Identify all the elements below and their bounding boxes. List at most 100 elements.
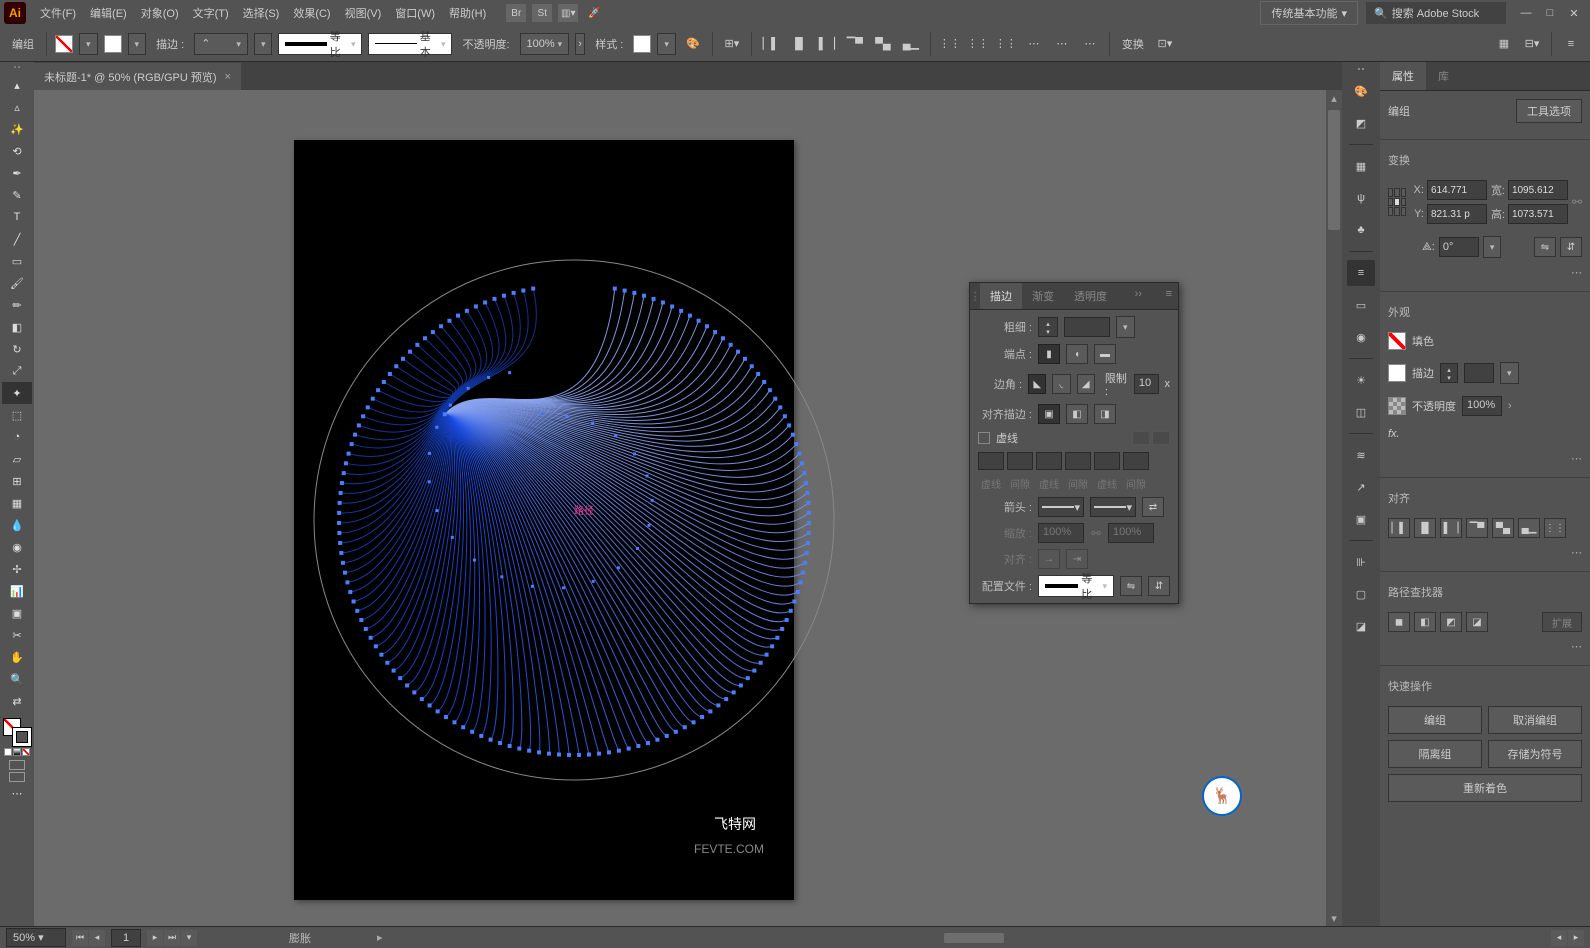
tab-library[interactable]: 库 xyxy=(1426,62,1461,90)
fill-dropdown[interactable] xyxy=(79,33,98,55)
angle-input[interactable] xyxy=(1439,237,1479,257)
dist-h3-icon[interactable]: ⋮⋮ xyxy=(995,33,1017,55)
stroke-dock-icon[interactable]: ≡ xyxy=(1347,260,1375,286)
align-inside-icon[interactable]: ◧ xyxy=(1066,404,1088,424)
recolor-icon[interactable]: 🎨 xyxy=(682,33,704,55)
menu-help[interactable]: 帮助(H) xyxy=(443,1,492,25)
status-arrow[interactable]: ▸ xyxy=(377,931,383,944)
fill-swatch-mini[interactable] xyxy=(1388,332,1406,350)
rectangle-tool[interactable]: ▭ xyxy=(2,250,32,272)
angle-dd[interactable] xyxy=(1483,236,1502,258)
dash-1[interactable] xyxy=(978,452,1004,470)
curvature-tool[interactable]: ✎ xyxy=(2,184,32,206)
layers-icon[interactable]: ≋ xyxy=(1347,442,1375,468)
selection-tool[interactable]: ▴ xyxy=(2,74,32,96)
w-input[interactable] xyxy=(1508,180,1568,200)
first-artboard[interactable]: ⏮ xyxy=(72,930,88,946)
bridge-icon[interactable]: Br xyxy=(506,4,526,22)
more-align[interactable]: ⋯ xyxy=(1388,546,1582,559)
scroll-thumb[interactable] xyxy=(1328,110,1340,230)
scroll-right[interactable]: ▸ xyxy=(1568,930,1584,946)
gap-3[interactable] xyxy=(1123,452,1149,470)
screen-mode-toggle[interactable] xyxy=(9,760,25,782)
gradient-tool[interactable]: ▦ xyxy=(2,492,32,514)
dist-h1-icon[interactable]: ⋮⋮ xyxy=(939,33,961,55)
artboards-icon[interactable]: ▣ xyxy=(1347,506,1375,532)
toolbox-grip[interactable] xyxy=(8,66,26,72)
prev-artboard[interactable]: ◂ xyxy=(89,930,105,946)
zoom-tool[interactable]: 🔍 xyxy=(2,668,32,690)
panel-menu-icon[interactable]: ≡ xyxy=(1560,33,1582,55)
weight-dd[interactable] xyxy=(1116,316,1135,338)
align-outside-icon[interactable]: ◨ xyxy=(1094,404,1116,424)
transform-label[interactable]: 变换 xyxy=(1118,34,1148,54)
align-right-icon[interactable]: ▌▕ xyxy=(816,33,838,55)
dist-h2-icon[interactable]: ⋮⋮ xyxy=(967,33,989,55)
reference-point-grid[interactable] xyxy=(1388,188,1406,216)
menu-file[interactable]: 文件(F) xyxy=(34,1,82,25)
join-round-icon[interactable]: ◟ xyxy=(1052,374,1070,394)
magic-wand-tool[interactable]: ✨ xyxy=(2,118,32,140)
menu-effect[interactable]: 效果(C) xyxy=(287,1,336,25)
width-profile-dd[interactable]: 等比 xyxy=(278,33,362,55)
opacity-swatch[interactable] xyxy=(1388,397,1406,415)
asset-export-icon[interactable]: ↗ xyxy=(1347,474,1375,500)
align-bottom-icon[interactable]: ▄▁ xyxy=(900,33,922,55)
direct-selection-tool[interactable]: ▵ xyxy=(2,96,32,118)
align-r[interactable]: ▌▕ xyxy=(1440,518,1462,538)
vertical-scrollbar[interactable]: ▴ ▾ xyxy=(1326,90,1342,926)
line-tool[interactable]: ╱ xyxy=(2,228,32,250)
arrow-end-dd[interactable]: ▾ xyxy=(1090,497,1136,517)
panel-menu-icon[interactable]: ≡ xyxy=(1160,283,1178,309)
next-artboard[interactable]: ▸ xyxy=(147,930,163,946)
flip-vertical-icon[interactable]: ⇵ xyxy=(1560,237,1582,257)
scale-end-input[interactable]: 100% xyxy=(1108,523,1154,543)
window-maximize[interactable]: □ xyxy=(1538,3,1562,23)
artboard-tool[interactable]: ▣ xyxy=(2,602,32,624)
toggle-fill-stroke[interactable]: ⇄ xyxy=(2,690,32,712)
mesh-tool[interactable]: ⊞ xyxy=(2,470,32,492)
width-tool[interactable]: ✦ xyxy=(2,382,32,404)
fill-swatch[interactable] xyxy=(55,35,73,53)
tab-properties[interactable]: 属性 xyxy=(1380,62,1426,90)
menu-edit[interactable]: 编辑(E) xyxy=(84,1,133,25)
brushes-icon[interactable]: ψ xyxy=(1347,185,1375,211)
last-artboard[interactable]: ⏭ xyxy=(164,930,180,946)
dash-align-icons[interactable] xyxy=(1132,431,1170,445)
transform-dd-icon[interactable]: ⊡▾ xyxy=(1154,33,1176,55)
align-l[interactable]: ▏▌ xyxy=(1388,518,1410,538)
y-input[interactable] xyxy=(1427,204,1487,224)
save-symbol-button[interactable]: 存储为符号 xyxy=(1488,740,1582,768)
transform-dock-icon[interactable]: ▢ xyxy=(1347,581,1375,607)
shape-builder-tool[interactable]: ◔ xyxy=(2,426,32,448)
weight-stepper[interactable]: ▴▾ xyxy=(1038,317,1058,337)
symbols-icon[interactable]: ♣ xyxy=(1347,217,1375,243)
expand-button[interactable]: 扩展 xyxy=(1542,612,1582,632)
panel-grip[interactable]: ⋮ xyxy=(970,283,980,309)
graphic-styles-icon[interactable]: ◫ xyxy=(1347,399,1375,425)
align-m[interactable]: ▀▄ xyxy=(1492,518,1514,538)
paintbrush-tool[interactable]: 🖌 xyxy=(2,272,32,294)
align-top-icon[interactable]: ▔▀ xyxy=(844,33,866,55)
pf-unite[interactable]: ◼ xyxy=(1388,612,1410,632)
join-miter-icon[interactable]: ◣ xyxy=(1028,374,1046,394)
tab-stroke[interactable]: 描边 xyxy=(980,283,1022,309)
stroke-weight-mini[interactable] xyxy=(1464,363,1494,383)
blend-tool[interactable]: ◉ xyxy=(2,536,32,558)
dist-v[interactable]: ⋮⋮ xyxy=(1544,518,1566,538)
close-tab-icon[interactable]: × xyxy=(225,71,231,83)
slice-tool[interactable]: ✂ xyxy=(2,624,32,646)
color-guide-icon[interactable]: ◩ xyxy=(1347,110,1375,136)
arrange-icon[interactable]: ▥▾ xyxy=(558,4,578,22)
opacity-input[interactable]: 100% xyxy=(1462,396,1502,416)
search-stock-input[interactable]: 🔍搜索 Adobe Stock xyxy=(1366,2,1506,24)
arrow-start-dd[interactable]: ▾ xyxy=(1038,497,1084,517)
scale-start-input[interactable]: 100% xyxy=(1038,523,1084,543)
edit-toolbar[interactable]: ⋯ xyxy=(2,782,32,804)
horizontal-scrollbar[interactable] xyxy=(393,931,1541,945)
document-tab[interactable]: 未标题-1* @ 50% (RGB/GPU 预览) × xyxy=(34,63,241,90)
transparency-dock-icon[interactable]: ◉ xyxy=(1347,324,1375,350)
panel-collapse-icon[interactable]: ›› xyxy=(1129,283,1148,309)
hand-tool[interactable]: ✋ xyxy=(2,646,32,668)
zoom-dropdown[interactable]: 50% ▾ xyxy=(6,928,66,947)
